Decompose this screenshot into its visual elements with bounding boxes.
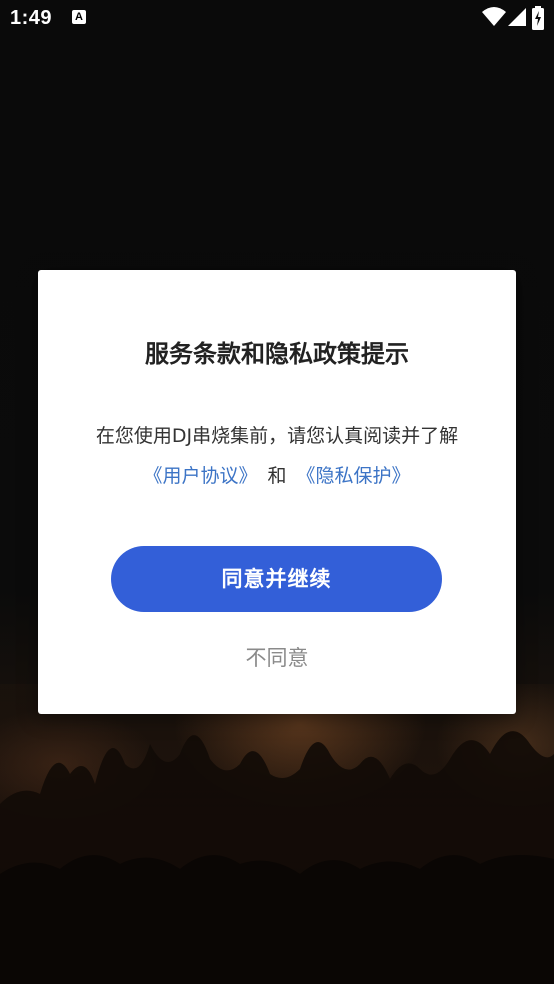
decline-button[interactable]: 不同意 [38,642,516,672]
privacy-dialog: 服务条款和隐私政策提示 在您使用DJ串烧集前，请您认真阅读并了解 《用户协议》和… [38,270,516,714]
dialog-title: 服务条款和隐私政策提示 [145,340,409,368]
conjunction-text: 和 [267,465,287,487]
concert-crowd-background [0,684,554,984]
notification-app-icon: A [72,10,86,24]
app-screen: 1:49 A 服务条款和隐私政策提示 在您使用DJ串烧集前，请您认真阅读并了解 … [0,0,554,984]
status-bar: 1:49 A [0,0,554,38]
dialog-body: 在您使用DJ串烧集前，请您认真阅读并了解 《用户协议》和《隐私保护》 [38,416,516,496]
dialog-links-line: 《用户协议》和《隐私保护》 [38,456,516,496]
user-agreement-link[interactable]: 《用户协议》 [143,465,257,487]
privacy-policy-link[interactable]: 《隐私保护》 [297,465,411,487]
battery-charging-icon [532,6,544,30]
crowd-silhouette [0,731,554,984]
signal-icon [508,8,526,26]
agree-continue-button[interactable]: 同意并继续 [111,546,442,612]
clock-time: 1:49 [10,7,53,29]
dialog-body-text: 在您使用DJ串烧集前，请您认真阅读并了解 [95,425,459,447]
wifi-icon [482,7,506,26]
